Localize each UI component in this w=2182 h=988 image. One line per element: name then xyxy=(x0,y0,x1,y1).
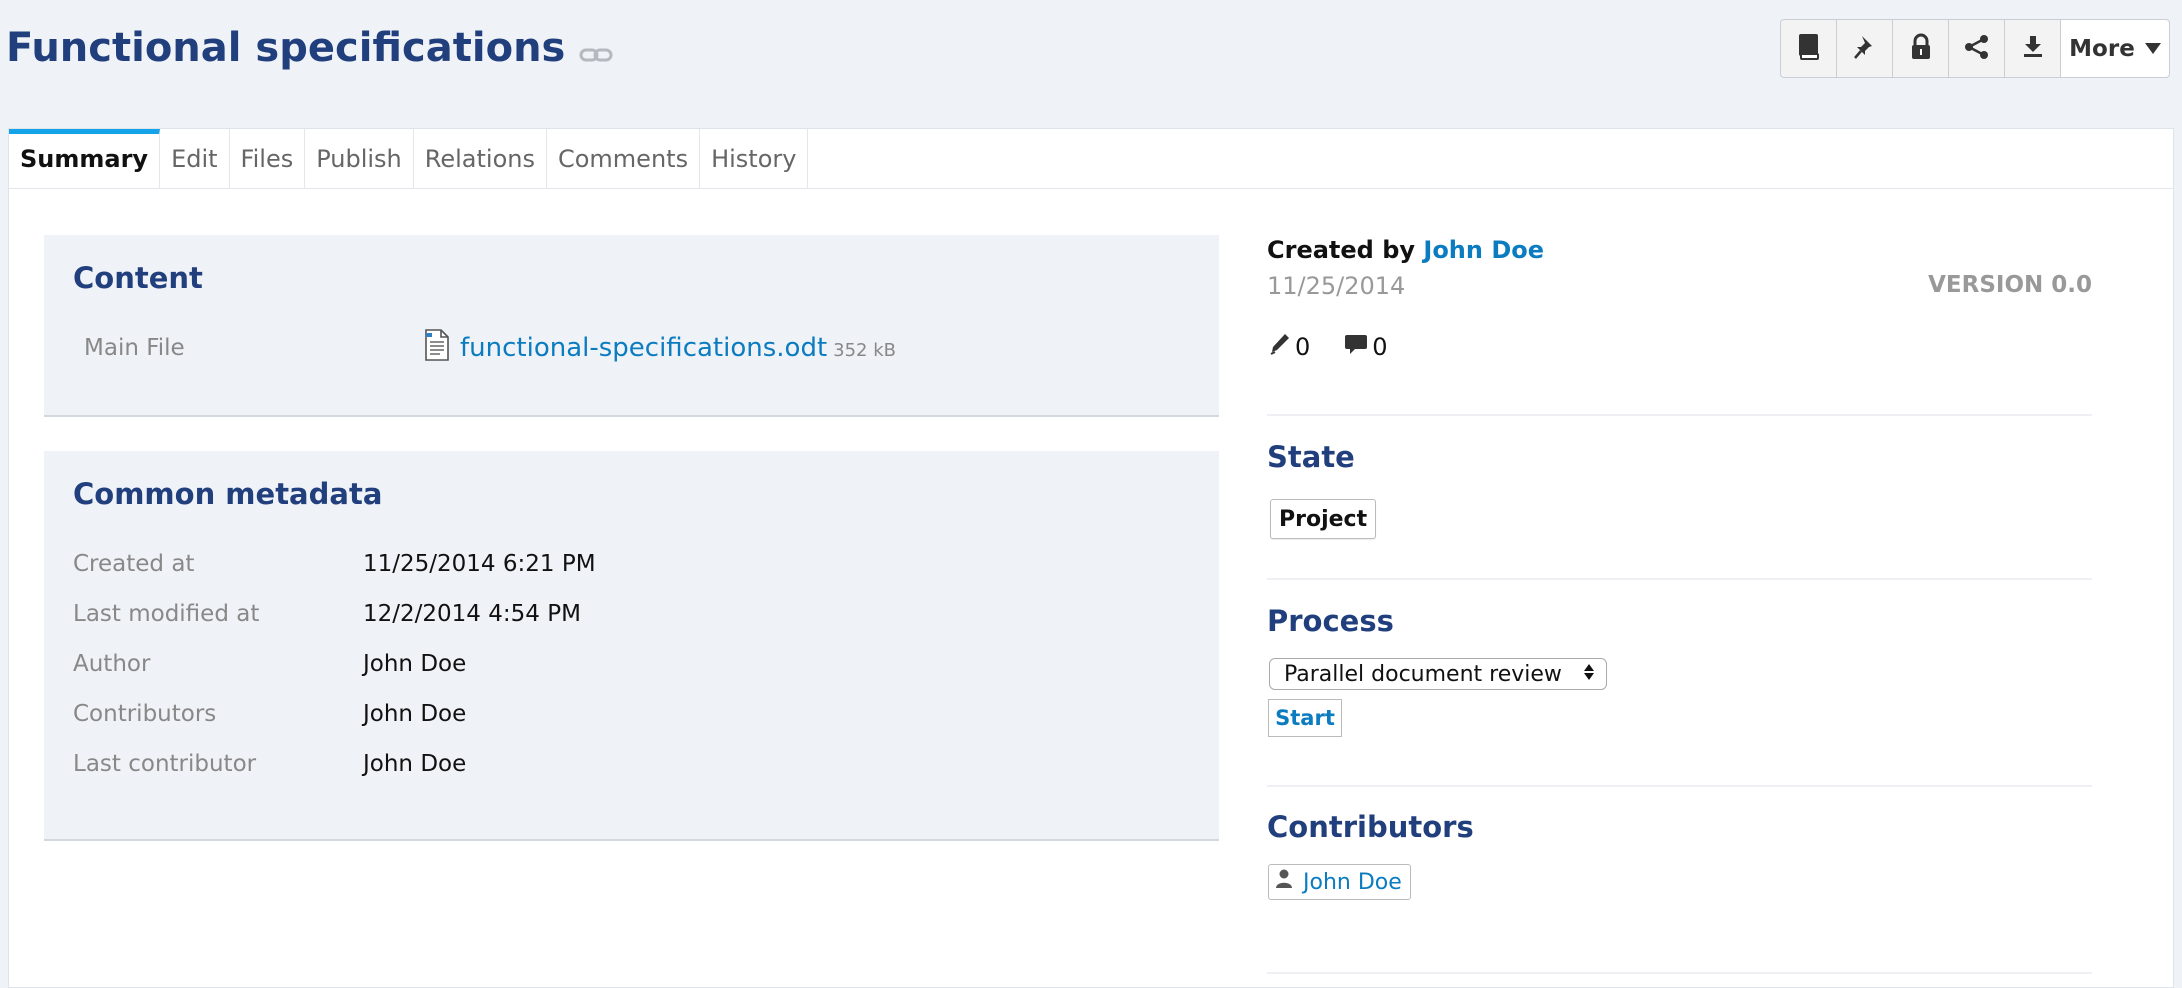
metadata-label: Last contributor xyxy=(73,751,257,777)
divider xyxy=(1267,972,2092,974)
divider xyxy=(1267,785,2092,787)
metadata-label: Contributors xyxy=(73,701,217,727)
tab-summary[interactable]: Summary xyxy=(9,129,161,188)
document-file-icon xyxy=(424,329,450,367)
common-metadata-card: Common metadata Created at 11/25/2014 6:… xyxy=(44,451,1219,841)
divider xyxy=(1267,414,2092,416)
metadata-row-contributors: Contributors John Doe xyxy=(73,697,1073,731)
metadata-value: John Doe xyxy=(363,651,467,677)
created-date: 11/25/2014 xyxy=(1267,272,1406,300)
page-title: Functional specifications xyxy=(6,22,613,74)
pin-button[interactable] xyxy=(1836,19,1892,78)
divider xyxy=(1267,578,2092,580)
tab-history[interactable]: History xyxy=(700,129,809,188)
share-button[interactable] xyxy=(1948,19,2004,78)
comment-icon xyxy=(1344,332,1368,362)
metadata-row-last-contributor: Last contributor John Doe xyxy=(73,747,1073,781)
pencil-icon xyxy=(1269,332,1291,362)
more-menu-button[interactable]: More xyxy=(2060,19,2170,78)
metadata-row-last-modified: Last modified at 12/2/2014 4:54 PM xyxy=(73,597,1073,631)
metadata-value: 11/25/2014 6:21 PM xyxy=(363,551,596,577)
main-file-row: Main File functional-specifications.odt … xyxy=(84,329,984,369)
contributors-title: Contributors xyxy=(1267,810,1474,844)
content-card-title: Content xyxy=(73,261,203,295)
lock-icon xyxy=(1910,33,1932,65)
download-button[interactable] xyxy=(2004,19,2060,78)
tab-comments[interactable]: Comments xyxy=(547,129,701,188)
tab-bar: Summary Edit Files Publish Relations Com… xyxy=(9,129,2173,189)
document-toolbar: More xyxy=(1780,19,2170,78)
state-title: State xyxy=(1267,440,1355,474)
tab-publish[interactable]: Publish xyxy=(305,129,414,188)
lock-button[interactable] xyxy=(1892,19,1948,78)
activity-counters: 0 0 xyxy=(1269,332,1388,362)
main-file-size: 352 kB xyxy=(833,339,896,361)
start-process-button[interactable]: Start xyxy=(1268,699,1342,737)
comments-count: 0 xyxy=(1372,333,1388,361)
permalink-icon[interactable] xyxy=(579,28,613,74)
state-button[interactable]: Project xyxy=(1270,499,1377,539)
book-button[interactable] xyxy=(1780,19,1836,78)
contributor-chip[interactable]: John Doe xyxy=(1268,864,1411,900)
metadata-row-author: Author John Doe xyxy=(73,647,1073,681)
edits-counter[interactable]: 0 xyxy=(1269,332,1310,362)
tab-edit[interactable]: Edit xyxy=(160,129,230,188)
tab-files[interactable]: Files xyxy=(230,129,306,188)
contributor-name: John Doe xyxy=(1303,869,1402,895)
caret-down-icon xyxy=(2144,43,2161,54)
comments-counter[interactable]: 0 xyxy=(1344,332,1388,362)
metadata-label: Author xyxy=(73,651,151,677)
pin-icon xyxy=(1853,34,1877,64)
share-icon xyxy=(1964,34,1990,64)
process-select-value: Parallel document review xyxy=(1284,661,1562,687)
main-file-name[interactable]: functional-specifications.odt xyxy=(460,333,827,363)
book-icon xyxy=(1797,33,1821,65)
main-file-link[interactable]: functional-specifications.odt 352 kB xyxy=(424,329,896,367)
edits-count: 0 xyxy=(1295,333,1311,361)
metadata-label: Last modified at xyxy=(73,601,260,627)
process-select[interactable]: Parallel document review xyxy=(1269,658,1607,690)
process-title: Process xyxy=(1267,604,1394,638)
created-by-label: Created by xyxy=(1267,236,1416,264)
created-by: Created by John Doe xyxy=(1267,236,1544,264)
download-icon xyxy=(2022,35,2044,63)
metadata-label: Created at xyxy=(73,551,195,577)
document-panel: Summary Edit Files Publish Relations Com… xyxy=(8,128,2174,988)
select-arrows-icon xyxy=(1584,664,1594,680)
created-by-user-link[interactable]: John Doe xyxy=(1423,236,1544,264)
metadata-value: John Doe xyxy=(363,751,467,777)
metadata-value: John Doe xyxy=(363,701,467,727)
user-icon xyxy=(1275,869,1293,895)
metadata-row-created-at: Created at 11/25/2014 6:21 PM xyxy=(73,547,1073,581)
more-label: More xyxy=(2069,35,2135,62)
tab-relations[interactable]: Relations xyxy=(414,129,547,188)
metadata-value: 12/2/2014 4:54 PM xyxy=(363,601,581,627)
content-card: Content Main File functional-specificati… xyxy=(44,235,1219,417)
page-title-text: Functional specifications xyxy=(6,25,566,71)
metadata-card-title: Common metadata xyxy=(73,477,383,511)
main-file-label: Main File xyxy=(84,335,185,361)
version-label: VERSION 0.0 xyxy=(1928,272,2092,298)
